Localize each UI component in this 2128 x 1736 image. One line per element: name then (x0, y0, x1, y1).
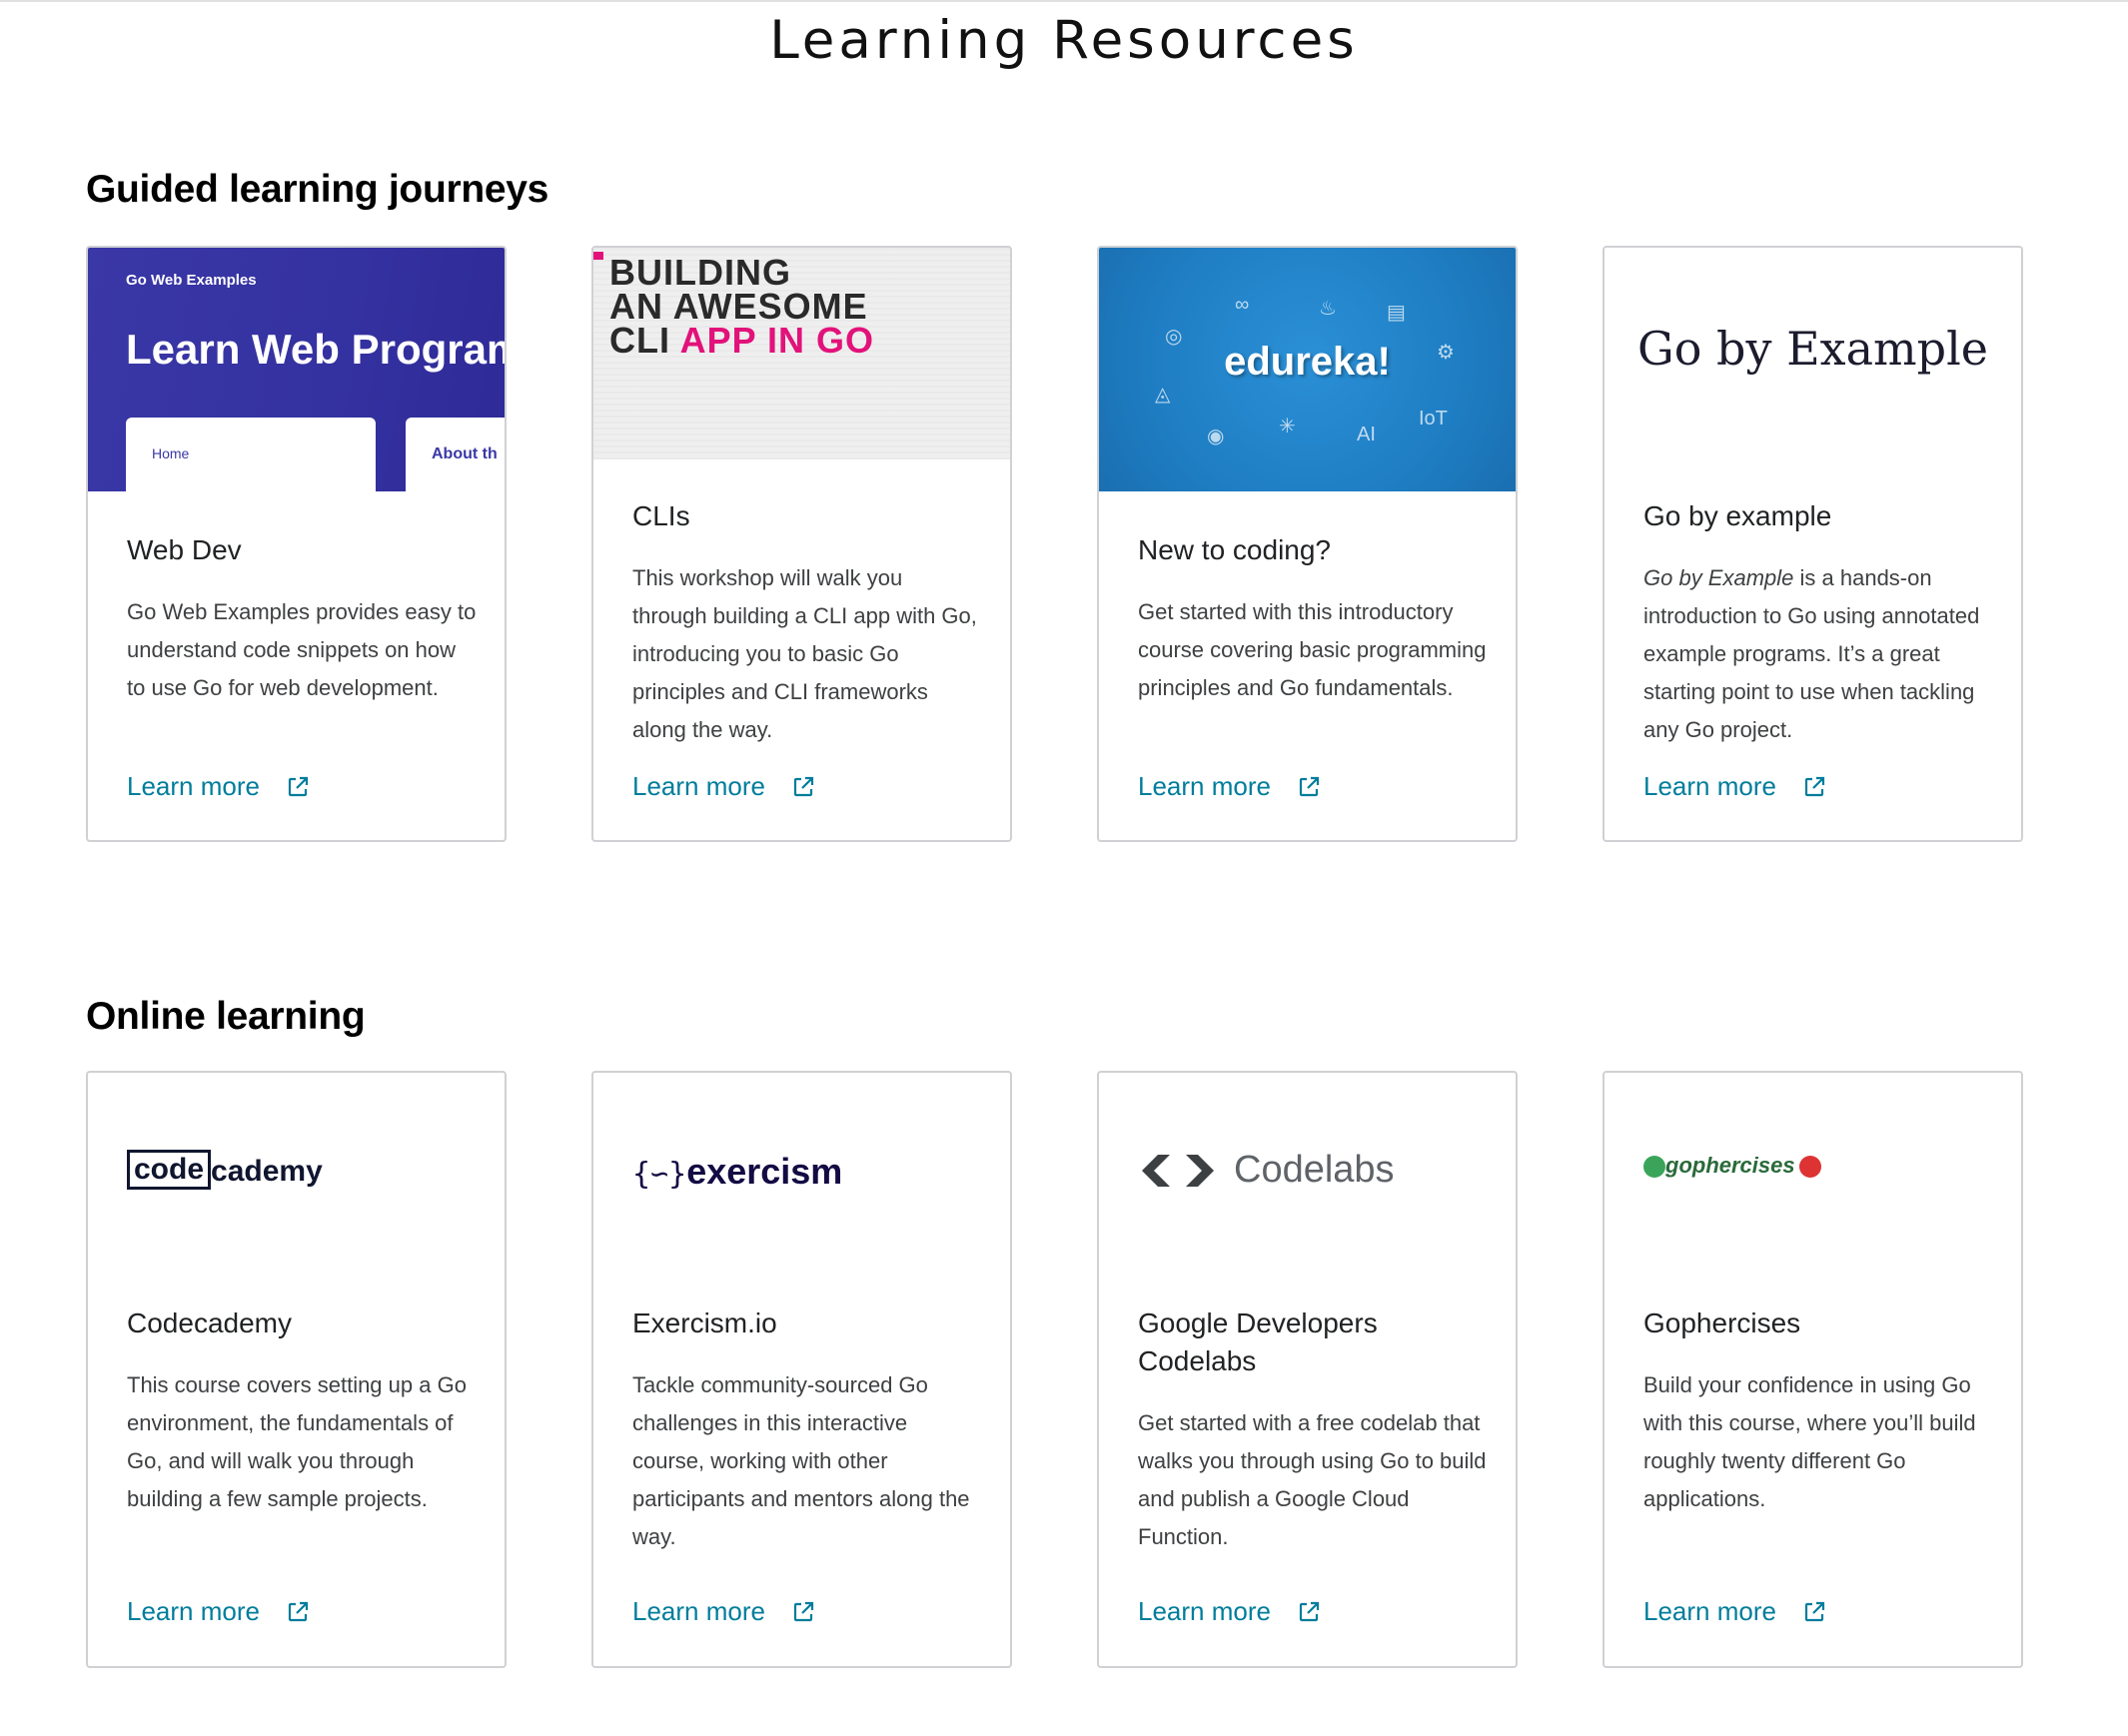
card-title: CLIs (632, 500, 690, 531)
edureka-logo: edureka! (1224, 340, 1391, 384)
learn-more-label: Learn more (127, 771, 260, 801)
card-title: New to coding? (1138, 534, 1332, 565)
go-by-example-logo: Go by Example (1636, 322, 1989, 376)
learn-more-label: Learn more (127, 1596, 260, 1626)
external-link-icon (1299, 776, 1320, 796)
external-link-icon (793, 1601, 814, 1621)
learn-more-link[interactable]: Learn more (632, 1596, 815, 1627)
card-description: This workshop will walk you through buil… (632, 565, 977, 742)
thumb-headline-line: AN AWESOME (609, 286, 868, 327)
cli-thumbnail: BUILDING AN AWESOME CLI APP IN GO (593, 248, 1010, 459)
learn-more-label: Learn more (632, 771, 765, 801)
learn-more-link[interactable]: Learn more (632, 771, 815, 802)
section-heading-guided: Guided learning journeys (86, 168, 549, 211)
learn-more-link[interactable]: Learn more (1643, 1596, 1826, 1627)
resource-card-web-dev: Go Web Examples Learn Web Program Home A… (86, 246, 507, 842)
card-title: Web Dev (127, 534, 242, 565)
card-description: Build your confidence in using Go with t… (1643, 1372, 1976, 1511)
resource-card-go-by-example: Go by Example Go by example Go by Exampl… (1602, 246, 2023, 842)
resource-card-codelabs: Codelabs Google Developers Codelabs Get … (1097, 1071, 1518, 1668)
card-title: Gophercises (1643, 1307, 1801, 1338)
learn-more-label: Learn more (632, 1596, 765, 1626)
card-description: This course covers setting up a Go envir… (127, 1372, 467, 1511)
resource-card-new-to-coding: ∞ ♨ ▤ ◎ ⚙ ◬ ◉ ✳ AI IoT edureka! New to c… (1097, 246, 1518, 842)
thumb-headline-line: BUILDING (609, 252, 791, 293)
learn-more-link[interactable]: Learn more (127, 1596, 310, 1627)
card-description: Get started with a free codelab that wal… (1138, 1410, 1487, 1549)
resource-card-clis: BUILDING AN AWESOME CLI APP IN GO CLIs T… (591, 246, 1012, 842)
card-description: Go by Example is a hands-on introduction… (1643, 565, 1980, 742)
learn-more-label: Learn more (1138, 771, 1271, 801)
external-link-icon (288, 776, 309, 796)
card-title: Go by example (1643, 500, 1832, 531)
card-description: Get started with this introductory cours… (1138, 599, 1487, 700)
learn-more-label: Learn more (1643, 1596, 1776, 1626)
learn-more-label: Learn more (1643, 771, 1776, 801)
section-heading-online: Online learning (86, 995, 366, 1038)
resource-card-codecademy: code cademy Codecademy This course covers… (86, 1071, 507, 1668)
card-title: Google Developers Codelabs (1138, 1307, 1378, 1376)
external-link-icon (793, 776, 814, 796)
external-link-icon (288, 1601, 309, 1621)
learn-more-link[interactable]: Learn more (1643, 771, 1826, 802)
top-divider (0, 0, 2128, 2)
card-description: Go Web Examples provides easy to underst… (127, 599, 477, 700)
codelabs-logo: Codelabs (1138, 1149, 1395, 1192)
card-title: Codecademy (127, 1307, 292, 1338)
external-link-icon (1804, 1601, 1825, 1621)
page-title: Learning Resources (769, 10, 1359, 71)
learn-more-link[interactable]: Learn more (127, 771, 310, 802)
edureka-thumbnail: ∞ ♨ ▤ ◎ ⚙ ◬ ◉ ✳ AI IoT edureka! (1099, 248, 1516, 491)
go-by-example-thumbnail: Go by Example (1604, 248, 2021, 459)
resource-card-gophercises: gophercises Gophercises Build your confi… (1602, 1071, 2023, 1668)
external-link-icon (1299, 1601, 1320, 1621)
thumb-caption: Go Web Examples (126, 272, 257, 289)
web-dev-thumbnail: Go Web Examples Learn Web Program Home A… (88, 248, 505, 491)
learn-more-label: Learn more (1138, 1596, 1271, 1626)
thumb-panel-label: Home (152, 445, 190, 461)
card-description: Tackle community-sourced Go challenges i… (632, 1372, 970, 1549)
learn-more-link[interactable]: Learn more (1138, 1596, 1321, 1627)
resource-card-exercism: {∽}exercism Exercism.io Tackle community… (591, 1071, 1012, 1668)
gophercises-logo: gophercises (1643, 1153, 1821, 1179)
exercism-logo: {∽}exercism (632, 1151, 843, 1192)
external-link-icon (1804, 776, 1825, 796)
codelabs-chevrons-icon (1142, 1154, 1214, 1187)
card-title: Exercism.io (632, 1307, 777, 1338)
thumb-panel: About th (406, 418, 505, 491)
codecademy-logo: code cademy (127, 1150, 323, 1190)
thumb-headline: Learn Web Program (126, 326, 505, 373)
thumb-panel-label: About th (432, 445, 498, 462)
thumb-panel: Home (126, 418, 376, 491)
thumb-headline-line: CLI APP IN GO (609, 320, 875, 361)
learn-more-link[interactable]: Learn more (1138, 771, 1321, 802)
